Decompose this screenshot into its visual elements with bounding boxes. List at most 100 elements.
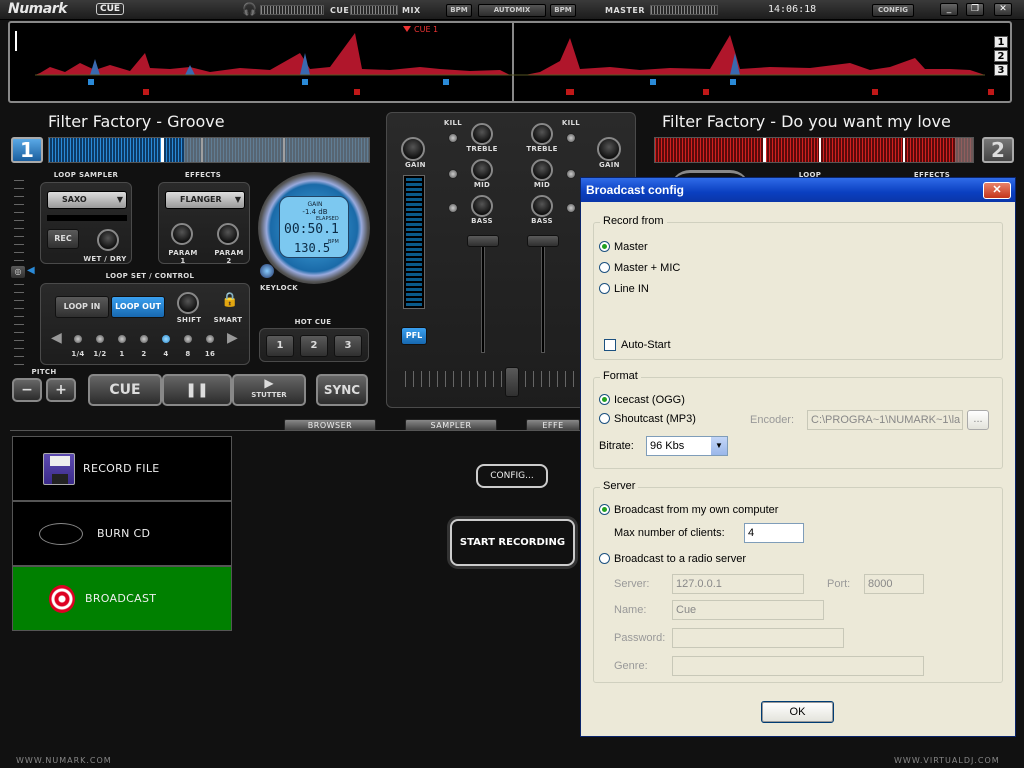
radio-master-mic[interactable] [599, 262, 610, 273]
loop-size-4-button[interactable] [139, 334, 149, 344]
radio-master[interactable] [599, 241, 610, 252]
param2-knob[interactable] [217, 223, 239, 245]
play-pause-button[interactable]: ❚❚ [162, 374, 232, 406]
keylock-icon[interactable] [260, 264, 274, 278]
radio-shoutcast[interactable] [599, 413, 610, 424]
headphone-volume-slider[interactable] [260, 5, 324, 15]
burn-cd-item[interactable]: BURN CD [12, 501, 232, 566]
treble-right-knob[interactable] [531, 123, 553, 145]
loop-size-label: 16 [204, 350, 216, 358]
hotcue-1-button[interactable]: 1 [266, 335, 294, 357]
jog-wheel[interactable]: GAIN -1.4 dB ELAPSED 00:50.1 BPM 130.5 [258, 172, 370, 284]
hotcue-2-button[interactable]: 2 [300, 335, 328, 357]
cd-icon [39, 522, 83, 545]
start-recording-button[interactable]: START RECORDING [450, 519, 575, 566]
kill-bass-left[interactable] [448, 203, 458, 213]
radio-line-in[interactable] [599, 283, 610, 294]
loop-next-icon[interactable]: ▶ [227, 330, 238, 346]
encoder-field[interactable]: C:\PROGRA~1\NUMARK~1\la [807, 410, 963, 430]
deck-select-1[interactable]: 1 [994, 36, 1008, 48]
kill-treble-right[interactable] [566, 133, 576, 143]
automix-button[interactable]: AUTOMIX [478, 4, 546, 17]
bass-right-knob[interactable] [531, 195, 553, 217]
password-label: Password: [614, 632, 666, 644]
waveform-overview[interactable]: CUE 1 1 2 3 [8, 21, 1012, 103]
jog-bpm: 130.5 [294, 241, 331, 255]
sync-button[interactable]: SYNC [316, 374, 368, 406]
loop-in-button[interactable]: LOOP IN [55, 296, 109, 318]
left-deck-number: 1 [11, 137, 43, 163]
password-field[interactable] [672, 628, 844, 648]
kill-treble-left[interactable] [448, 133, 458, 143]
headphones-icon: 🎧 [242, 2, 257, 16]
hotcue-3-button[interactable]: 3 [334, 335, 362, 357]
auto-start-checkbox[interactable] [604, 339, 616, 351]
max-clients-field[interactable]: 4 [744, 523, 804, 543]
loop-size-2-button[interactable] [95, 334, 105, 344]
gain-right-knob[interactable] [597, 137, 621, 161]
config-button[interactable]: CONFIG [872, 4, 914, 17]
deck-select-3[interactable]: 3 [994, 64, 1008, 76]
master-volume-slider[interactable] [650, 5, 718, 15]
bpm-right-button[interactable]: BPM [550, 4, 576, 17]
radio-radio-server[interactable] [599, 553, 610, 564]
bass-right-label: BASS [531, 217, 553, 225]
cue-button[interactable]: CUE [88, 374, 162, 406]
treble-left-knob[interactable] [471, 123, 493, 145]
bass-left-knob[interactable] [471, 195, 493, 217]
cue-mix-slider[interactable] [350, 5, 398, 15]
lock-icon[interactable]: 🔒 [221, 292, 238, 308]
volume-left-fader[interactable] [467, 235, 499, 247]
pitch-minus-button[interactable]: − [12, 378, 42, 402]
shift-knob[interactable] [177, 292, 199, 314]
radio-own-computer[interactable] [599, 504, 610, 515]
mid-right-knob[interactable] [531, 159, 553, 181]
loop-size-1-button[interactable] [73, 334, 83, 344]
pfl-button[interactable]: PFL [401, 327, 427, 345]
server-legend: Server [600, 480, 639, 492]
stutter-button[interactable]: ▶ STUTTER [232, 374, 306, 406]
loop-size-5-button[interactable] [161, 334, 171, 344]
effects-select[interactable]: FLANGER ▼ [165, 191, 245, 209]
genre-field[interactable] [672, 656, 924, 676]
pitch-slider-handle[interactable]: ◎ [10, 265, 26, 279]
record-file-item[interactable]: RECORD FILE [12, 436, 232, 501]
name-field[interactable]: Cue [672, 600, 824, 620]
loop-size-6-button[interactable] [183, 334, 193, 344]
right-deck-waveform[interactable] [654, 137, 974, 163]
minimize-icon[interactable]: _ [940, 3, 958, 16]
dialog-close-icon[interactable]: ✕ [983, 182, 1011, 199]
volume-right-fader[interactable] [527, 235, 559, 247]
encoder-browse-button[interactable]: ... [967, 410, 989, 430]
crossfader-handle[interactable] [505, 367, 519, 397]
kill-mid-left[interactable] [448, 169, 458, 179]
gain-left-knob[interactable] [401, 137, 425, 161]
sampler-select[interactable]: SAXO ▼ [47, 191, 127, 209]
pitch-plus-button[interactable]: + [46, 378, 76, 402]
close-icon[interactable]: ✕ [994, 3, 1012, 16]
loop-out-button[interactable]: LOOP OUT [111, 296, 165, 318]
kill-mid-right[interactable] [566, 169, 576, 179]
param1-knob[interactable] [171, 223, 193, 245]
restore-icon[interactable]: ❐ [966, 3, 984, 16]
vu-meter [403, 175, 425, 309]
deck-select-2[interactable]: 2 [994, 50, 1008, 62]
broadcast-item[interactable]: BROADCAST [12, 566, 232, 631]
kill-bass-right[interactable] [566, 203, 576, 213]
wet-dry-knob[interactable] [97, 229, 119, 251]
ok-button[interactable]: OK [761, 701, 834, 723]
port-field[interactable]: 8000 [864, 574, 924, 594]
loop-size-3-button[interactable] [117, 334, 127, 344]
loop-prev-icon[interactable]: ◀ [51, 330, 62, 346]
effects-label: EFFECTS [184, 171, 222, 179]
config-dots-button[interactable]: CONFIG... [476, 464, 548, 488]
record-from-legend: Record from [600, 215, 667, 227]
left-deck-waveform[interactable] [48, 137, 370, 163]
sampler-rec-button[interactable]: REC [47, 229, 79, 249]
server-field[interactable]: 127.0.0.1 [672, 574, 804, 594]
loop-size-7-button[interactable] [205, 334, 215, 344]
bitrate-select[interactable]: 96 Kbs ▼ [646, 436, 728, 456]
radio-icecast[interactable] [599, 394, 610, 405]
mid-left-knob[interactable] [471, 159, 493, 181]
bpm-left-button[interactable]: BPM [446, 4, 472, 17]
